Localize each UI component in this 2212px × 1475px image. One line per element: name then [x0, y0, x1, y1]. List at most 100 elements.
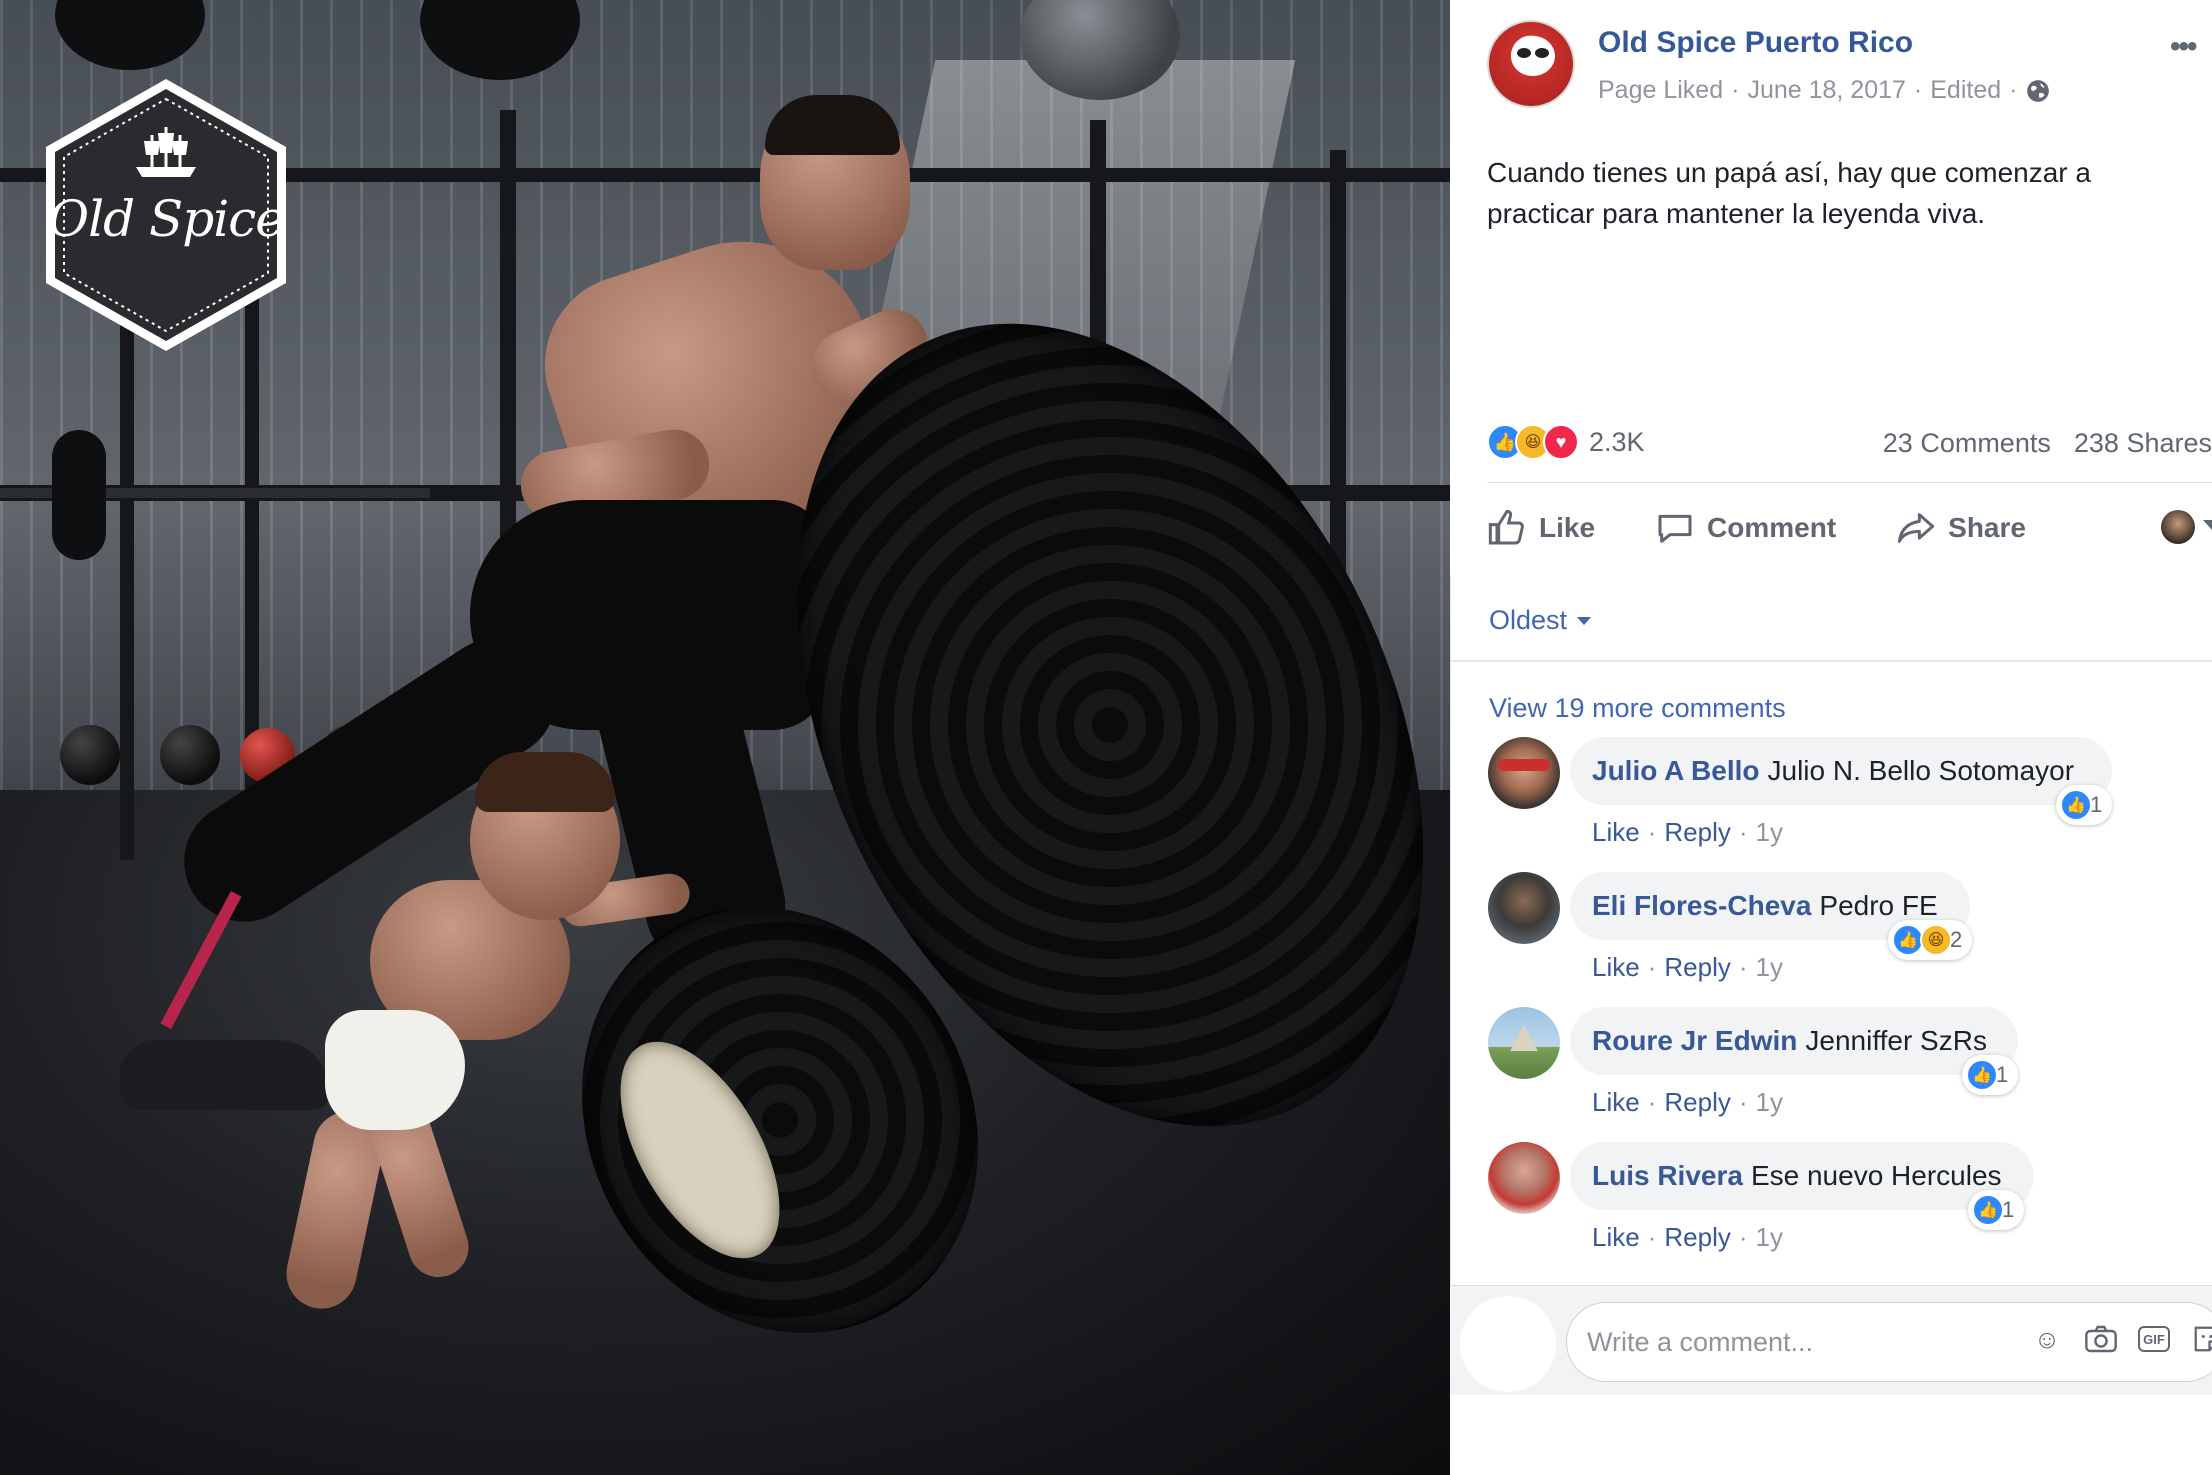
camera-icon[interactable]: [2084, 1322, 2118, 1356]
comment-author-link[interactable]: Luis Rivera: [1592, 1160, 1743, 1192]
comment-actions: Like · Reply · 1y: [1592, 817, 1783, 848]
haha-reaction-icon: 😆: [1920, 924, 1952, 956]
comment-like-link[interactable]: Like: [1592, 817, 1640, 848]
post-text: Cuando tienes un papá así, hay que comen…: [1487, 157, 2091, 229]
separator: ·: [1738, 1222, 1748, 1252]
comment-author-link[interactable]: Eli Flores-Cheva: [1592, 890, 1811, 922]
like-reaction-icon: 👍: [1966, 1059, 1998, 1091]
share-arrow-icon: [1897, 513, 1935, 543]
medicine-ball: [160, 725, 220, 785]
like-button[interactable]: Like: [1487, 508, 1595, 548]
comments-count-link[interactable]: 23 Comments: [1883, 428, 2051, 458]
comment-text[interactable]: Jenniffer SzRs: [1805, 1025, 1987, 1057]
like-button-label: Like: [1539, 512, 1596, 543]
commenter-avatar[interactable]: [1488, 1142, 1560, 1214]
comment-reaction-badge[interactable]: 👍 1: [1962, 1055, 2019, 1095]
comment-button[interactable]: Comment: [1655, 508, 1836, 548]
edited-label[interactable]: Edited: [1930, 76, 2001, 105]
comment-reaction-count: 1: [2002, 1197, 2015, 1222]
love-reaction-icon: ♥: [1543, 424, 1579, 460]
comment-reply-link[interactable]: Reply: [1664, 952, 1730, 983]
comment-reaction-count: 2: [1950, 927, 1963, 952]
comment-text[interactable]: Julio N. Bello Sotomayor: [1768, 755, 2075, 787]
comment-item: Eli Flores-Cheva Pedro FE 👍 😆 2 Like · R…: [1488, 872, 2212, 1002]
comment-text[interactable]: Ese nuevo Hercules: [1751, 1160, 2002, 1192]
comment-reply-link[interactable]: Reply: [1664, 1222, 1730, 1253]
comment-item: Julio A Bello Julio N. Bello Sotomayor 👍…: [1488, 737, 2212, 867]
page-avatar[interactable]: [1487, 20, 1575, 108]
sticker-icon[interactable]: [2190, 1322, 2212, 1356]
reaction-count[interactable]: 2.3K: [1589, 427, 1645, 458]
gif-icon[interactable]: GIF: [2138, 1326, 2170, 1352]
page-name-link[interactable]: Old Spice Puerto Rico: [1598, 26, 1913, 60]
baby-diaper: [325, 1010, 465, 1130]
baby-hair: [475, 752, 615, 812]
divider: [1451, 660, 2212, 662]
separator: ·: [1647, 1222, 1657, 1252]
emoji-icon[interactable]: ☺: [2030, 1322, 2064, 1356]
comment-reply-link[interactable]: Reply: [1664, 1087, 1730, 1118]
comment-sort-dropdown[interactable]: Oldest: [1489, 605, 1592, 636]
comment-like-link[interactable]: Like: [1592, 1222, 1640, 1253]
comment-item: Luis Rivera Ese nuevo Hercules 👍 1 Like …: [1488, 1142, 2212, 1272]
meta-separator: ·: [1913, 76, 1923, 104]
reaction-summary[interactable]: 👍 😆 ♥ 2.3K: [1487, 424, 1645, 460]
comment-timestamp[interactable]: 1y: [1756, 1087, 1783, 1118]
shares-count-link[interactable]: 238 Shares: [2074, 428, 2212, 458]
comment-reply-link[interactable]: Reply: [1664, 817, 1730, 848]
post-action-bar: Like Comment Share: [1487, 492, 2212, 564]
separator: ·: [1647, 817, 1657, 847]
avatar-pyramid: [1510, 1025, 1538, 1051]
comment-bubble-icon: [1658, 514, 1692, 543]
post-as-avatar[interactable]: [2161, 510, 2195, 544]
like-reaction-icon: 👍: [1972, 1194, 2004, 1226]
divider: [1487, 482, 2212, 483]
panda-eye: [1535, 48, 1549, 58]
comment-timestamp[interactable]: 1y: [1756, 952, 1783, 983]
composer-avatar: [1460, 1296, 1556, 1392]
comment-reaction-badge[interactable]: 👍 1: [2056, 785, 2113, 825]
sort-label: Oldest: [1489, 605, 1568, 635]
comment-actions: Like · Reply · 1y: [1592, 1087, 1783, 1118]
logo-text: Old Spice: [48, 190, 285, 248]
share-button[interactable]: Share: [1896, 508, 2026, 548]
globe-icon[interactable]: [2025, 78, 2051, 104]
comment-reaction-badge[interactable]: 👍 😆 2: [1888, 920, 1973, 960]
comment-text[interactable]: Pedro FE: [1819, 890, 1937, 922]
comment-like-link[interactable]: Like: [1592, 1087, 1640, 1118]
page-liked-label[interactable]: Page Liked: [1598, 76, 1723, 105]
post-photo[interactable]: Old Spice: [0, 0, 1450, 1475]
comment-author-link[interactable]: Roure Jr Edwin: [1592, 1025, 1797, 1057]
comment-author-link[interactable]: Julio A Bello: [1592, 755, 1760, 787]
meta-separator: ·: [2009, 76, 2018, 104]
comment-composer: Write a comment... ☺ GIF: [1450, 1285, 2212, 1395]
comments-section: Oldest View 19 more comments Julio A Bel…: [1450, 575, 2212, 1285]
commenter-avatar[interactable]: [1488, 1007, 1560, 1079]
chevron-down-icon: [1577, 616, 1592, 625]
post-date-link[interactable]: June 18, 2017: [1747, 76, 1905, 105]
more-options-icon[interactable]: •••: [2170, 30, 2197, 64]
comment-reaction-badge[interactable]: 👍 1: [1968, 1190, 2025, 1230]
comment-bubble: Luis Rivera Ese nuevo Hercules: [1570, 1142, 2034, 1210]
thumbs-up-icon: [1488, 509, 1524, 545]
composer-icons: ☺ GIF: [2030, 1322, 2212, 1356]
view-more-comments-link[interactable]: View 19 more comments: [1489, 693, 1786, 724]
comment-bubble: Roure Jr Edwin Jenniffer SzRs: [1570, 1007, 2018, 1075]
barbell-plate: [52, 430, 106, 560]
comment-reaction-count: 1: [2090, 792, 2103, 817]
comment-item: Roure Jr Edwin Jenniffer SzRs 👍 1 Like ·…: [1488, 1007, 2212, 1137]
comment-timestamp[interactable]: 1y: [1756, 817, 1783, 848]
dad-shoe: [120, 1040, 330, 1110]
separator: ·: [1647, 1087, 1657, 1117]
commenter-avatar[interactable]: [1488, 872, 1560, 944]
comment-timestamp[interactable]: 1y: [1756, 1222, 1783, 1253]
panel-footer: [1450, 1395, 2212, 1475]
comment-bubble: Julio A Bello Julio N. Bello Sotomayor: [1570, 737, 2112, 805]
comment-like-link[interactable]: Like: [1592, 952, 1640, 983]
medicine-ball: [60, 725, 120, 785]
chevron-down-icon[interactable]: [2203, 520, 2212, 530]
facebook-post-viewer: Old Spice Old Spice Puerto Rico Page Lik…: [0, 0, 2212, 1475]
commenter-avatar[interactable]: [1488, 737, 1560, 809]
separator: ·: [1738, 1087, 1748, 1117]
panda-eye: [1517, 48, 1531, 58]
